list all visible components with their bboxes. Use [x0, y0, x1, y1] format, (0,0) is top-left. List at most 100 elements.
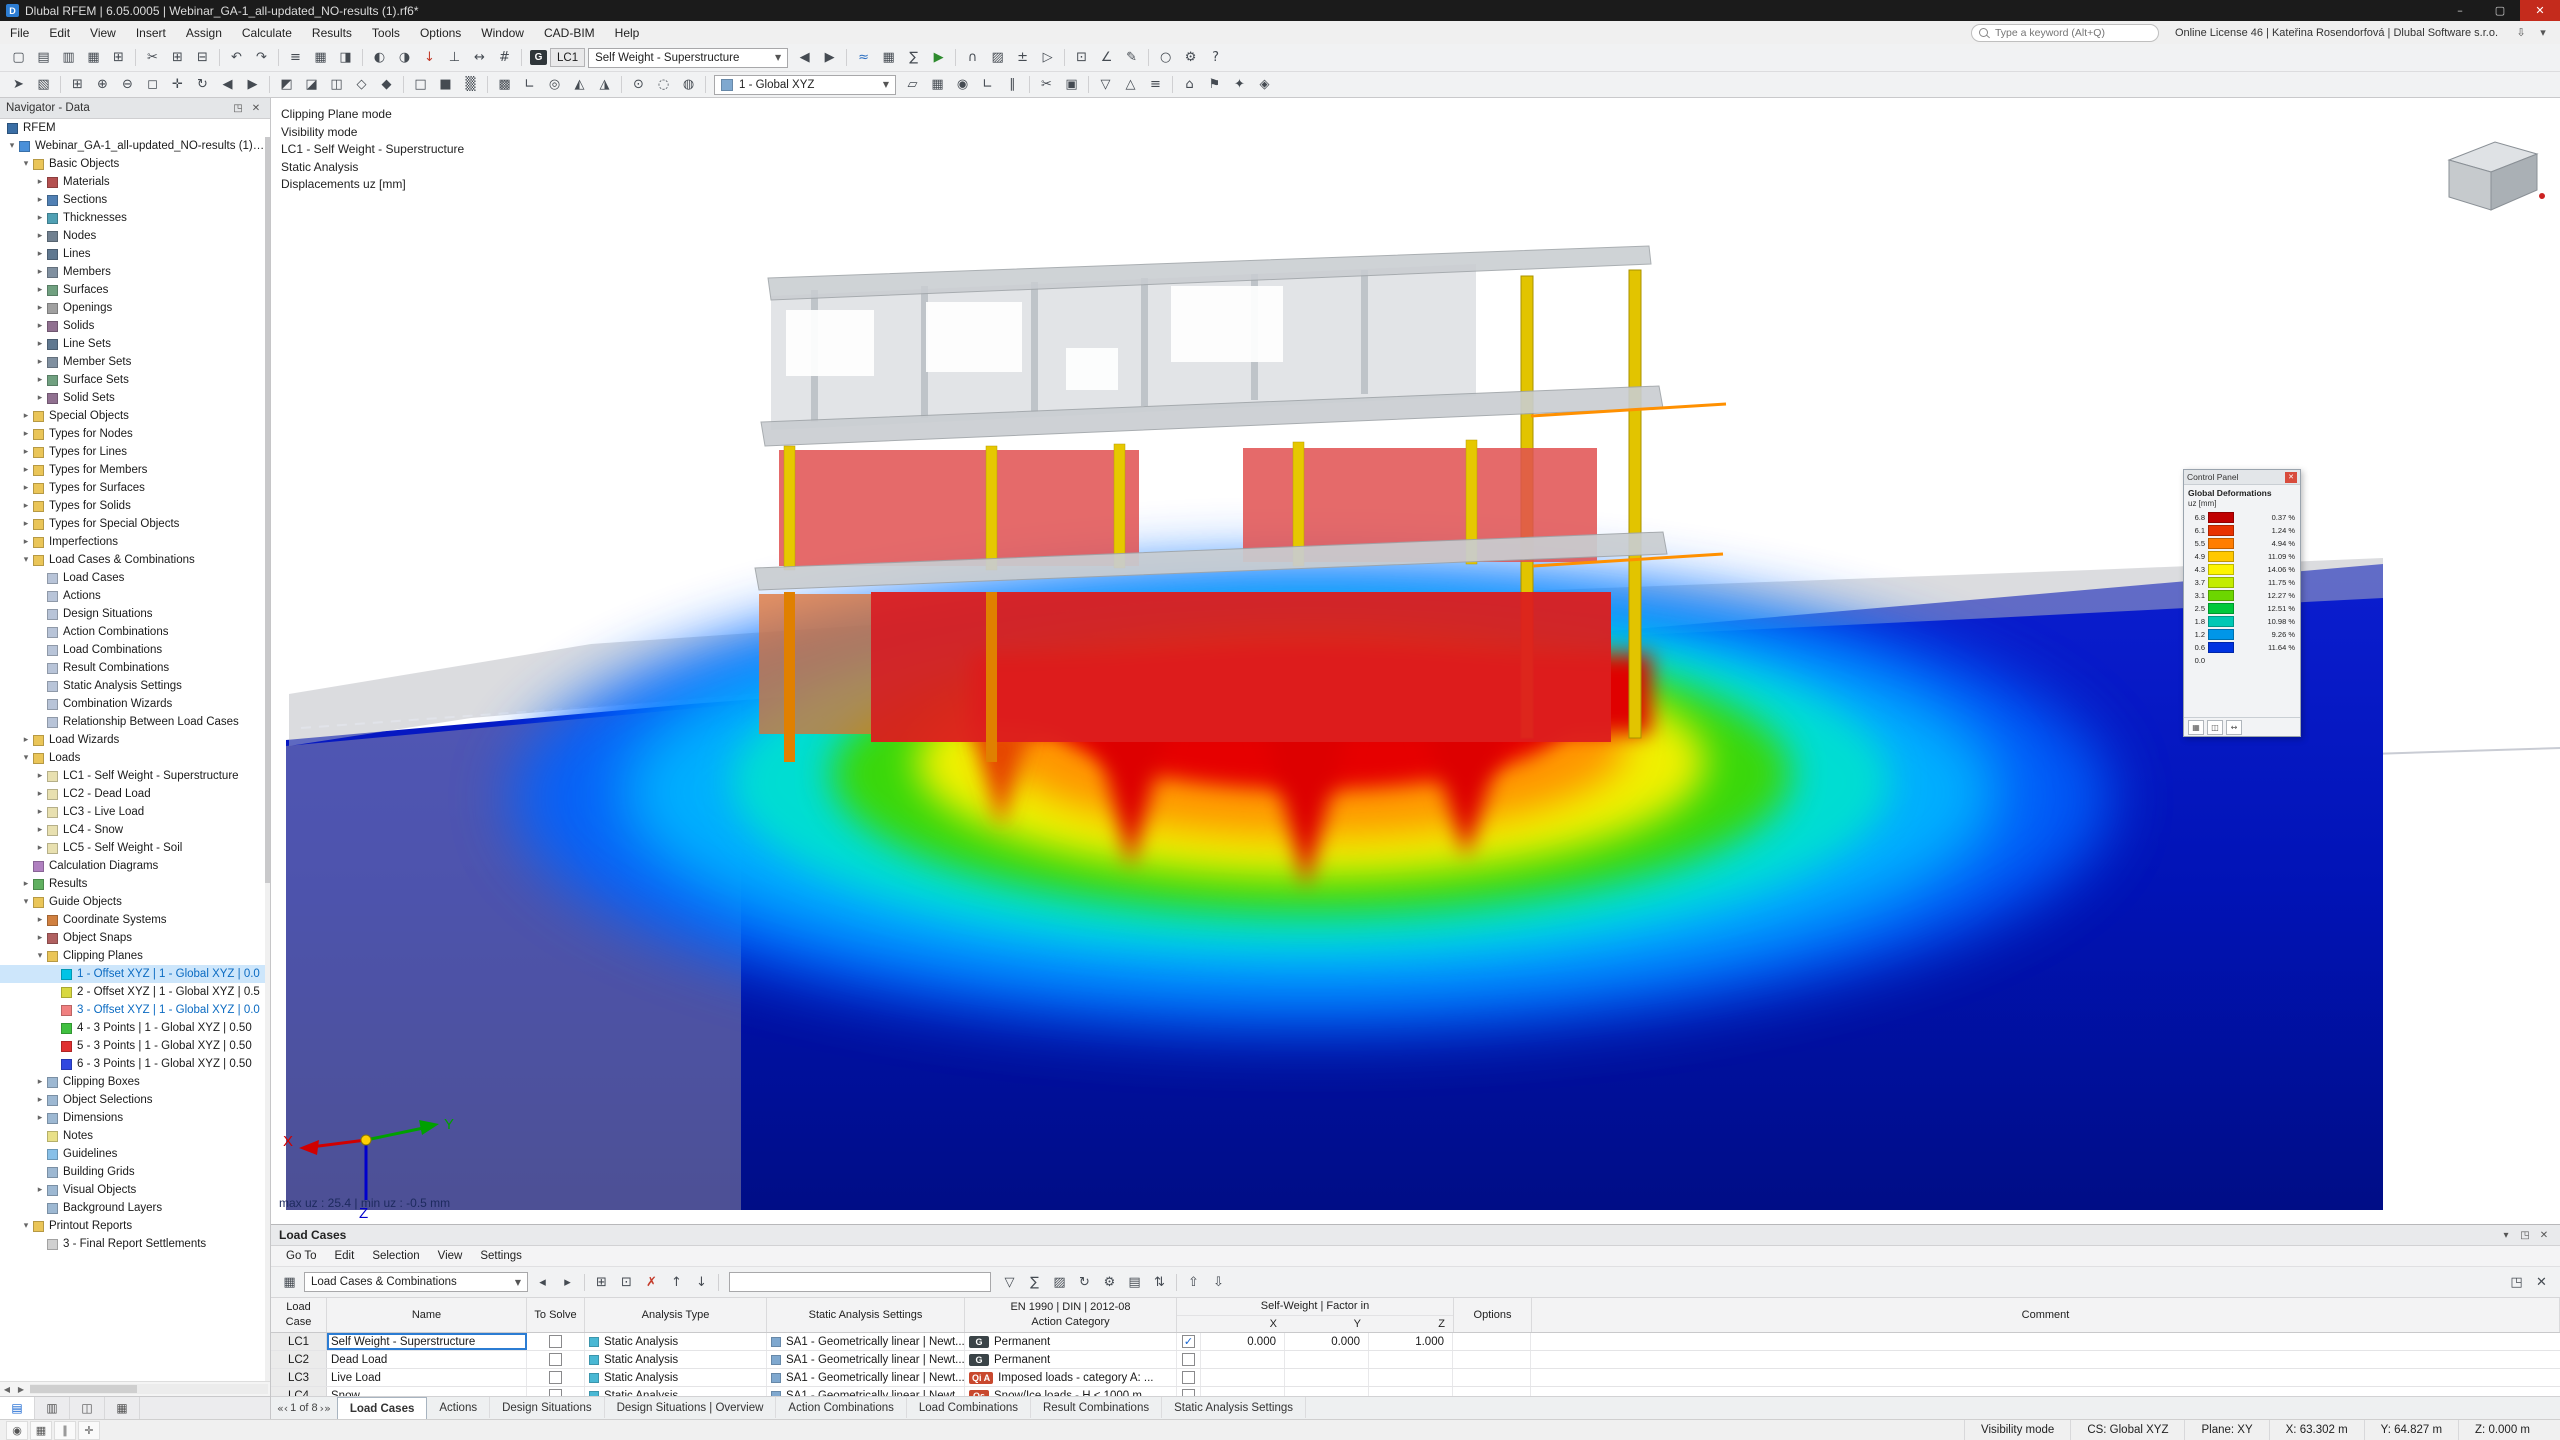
menu-item[interactable]: Calculate — [232, 21, 302, 44]
snap-toggle[interactable]: ◉ — [950, 74, 975, 96]
tree-expander-icon[interactable] — [34, 375, 46, 385]
updates-icon[interactable]: ⇩ — [2512, 25, 2530, 41]
move-up[interactable]: ↑ — [664, 1271, 689, 1293]
tree-item[interactable]: Relationship Between Load Cases — [0, 713, 270, 731]
snap-indicator[interactable]: ◉ — [6, 1421, 28, 1440]
tree-expander-icon[interactable] — [34, 789, 46, 799]
tree-item[interactable]: Types for Members — [0, 461, 270, 479]
to-solve-checkbox[interactable] — [549, 1335, 562, 1348]
tree-item[interactable]: Types for Lines — [0, 443, 270, 461]
select-region[interactable]: ▧ — [31, 74, 56, 96]
navigator-tab-display[interactable]: ▥ — [35, 1397, 70, 1419]
close-button[interactable]: ✕ — [2520, 0, 2560, 21]
factor-x[interactable]: 0.000 — [1201, 1333, 1285, 1350]
tree-item[interactable]: Solids — [0, 317, 270, 335]
navigator-root[interactable]: RFEM — [0, 119, 270, 137]
tree-item[interactable]: Types for Special Objects — [0, 515, 270, 533]
solid-display[interactable]: ■ — [433, 74, 458, 96]
new-model[interactable]: ▢ — [6, 47, 31, 69]
tree-item[interactable]: Load Cases & Combinations — [0, 551, 270, 569]
tree-item[interactable]: 2 - Offset XYZ | 1 - Global XYZ | 0.5 — [0, 983, 270, 1001]
tree-expander-icon[interactable] — [34, 393, 46, 403]
dock-icon[interactable]: ◳ — [2517, 1228, 2533, 1243]
tree-item[interactable]: Webinar_GA-1_all-updated_NO-results (1).… — [0, 137, 270, 155]
menu-item[interactable]: File — [0, 21, 39, 44]
table-settings[interactable]: ⚙ — [1097, 1271, 1122, 1293]
sum-rows[interactable]: ∑ — [1022, 1271, 1047, 1293]
tree-item[interactable]: LC3 - Live Load — [0, 803, 270, 821]
table-tab[interactable]: Result Combinations — [1031, 1397, 1162, 1418]
tree-item[interactable]: Members — [0, 263, 270, 281]
load-case-name-cell[interactable]: Self Weight - Superstructure — [327, 1333, 527, 1350]
tree-item[interactable]: Loads — [0, 749, 270, 767]
tree-item[interactable]: Background Layers — [0, 1199, 270, 1217]
table-tab[interactable]: Actions — [427, 1397, 490, 1418]
zoom-in[interactable]: ⊕ — [90, 74, 115, 96]
show-all-objects[interactable]: ⊙ — [626, 74, 651, 96]
filter-rows[interactable]: ▽ — [997, 1271, 1022, 1293]
close-icon[interactable]: ✕ — [248, 101, 264, 116]
tree-item[interactable]: Materials — [0, 173, 270, 191]
tree-item[interactable]: LC1 - Self Weight - Superstructure — [0, 767, 270, 785]
table-view-icon[interactable]: ▦ — [277, 1271, 302, 1293]
tree-item[interactable]: Special Objects — [0, 407, 270, 425]
menu-item[interactable]: Results — [302, 21, 362, 44]
sep[interactable] — [1064, 49, 1065, 66]
close-table[interactable]: ✕ — [2529, 1271, 2554, 1293]
navigator-vscrollbar[interactable] — [265, 137, 270, 1381]
sep[interactable] — [269, 76, 270, 93]
tree-expander-icon[interactable] — [34, 303, 46, 313]
table-row[interactable]: LC1 Self Weight - Superstructure Static … — [271, 1333, 2560, 1351]
table-tab[interactable]: Static Analysis Settings — [1162, 1397, 1306, 1418]
refresh-table[interactable]: ↻ — [1072, 1271, 1097, 1293]
table-group-combobox[interactable]: Load Cases & Combinations▼ — [304, 1272, 528, 1292]
save-model[interactable]: ▥ — [56, 47, 81, 69]
tree-expander-icon[interactable] — [34, 267, 46, 277]
keyword-search[interactable] — [1971, 24, 2159, 42]
table-tab[interactable]: Load Combinations — [907, 1397, 1031, 1418]
menu-item[interactable]: Options — [410, 21, 471, 44]
tree-expander-icon[interactable] — [20, 519, 32, 529]
help[interactable]: ? — [1203, 47, 1228, 69]
tree-expander-icon[interactable] — [34, 357, 46, 367]
tree-item[interactable]: LC4 - Snow — [0, 821, 270, 839]
table-filter-input[interactable] — [729, 1272, 991, 1292]
ortho-toggle[interactable]: ∟ — [975, 74, 1000, 96]
pan[interactable]: ✛ — [165, 74, 190, 96]
load-case-id[interactable]: LC2 — [271, 1351, 327, 1368]
sort-rows[interactable]: ⇅ — [1147, 1271, 1172, 1293]
navigator-tab-views[interactable]: ◫ — [70, 1397, 105, 1419]
scroll-right-icon[interactable]: ▶ — [14, 1385, 28, 1394]
control-panel[interactable]: Control Panel ✕ Global Deformations uz [… — [2183, 469, 2301, 737]
factor-z[interactable]: 1.000 — [1369, 1333, 1453, 1350]
favorite-view[interactable]: ✦ — [1227, 74, 1252, 96]
guideline-indicator[interactable]: ∥ — [54, 1421, 76, 1440]
tree-item[interactable]: Building Grids — [0, 1163, 270, 1181]
tree-item[interactable]: Types for Nodes — [0, 425, 270, 443]
render-mode[interactable]: ◐ — [367, 47, 392, 69]
tree-expander-icon[interactable] — [20, 555, 32, 565]
tree-item[interactable]: LC2 - Dead Load — [0, 785, 270, 803]
tree-expander-icon[interactable] — [34, 1185, 46, 1195]
deformations[interactable]: ∩ — [960, 47, 985, 69]
tree-expander-icon[interactable] — [20, 483, 32, 493]
tree-item[interactable]: 6 - 3 Points | 1 - Global XYZ | 0.50 — [0, 1055, 270, 1073]
to-solve-checkbox[interactable] — [549, 1371, 562, 1384]
tree-item[interactable]: Clipping Planes — [0, 947, 270, 965]
comment-cell[interactable] — [1531, 1333, 2560, 1350]
tree-item[interactable]: 1 - Offset XYZ | 1 - Global XYZ | 0.0 — [0, 965, 270, 983]
panel-settings-icon[interactable]: ▦ — [2188, 720, 2204, 735]
show-dimensions[interactable]: ↔ — [467, 47, 492, 69]
tree-expander-icon[interactable] — [34, 1077, 46, 1087]
layers[interactable]: ≡ — [1143, 74, 1168, 96]
tree-item[interactable]: Results — [0, 875, 270, 893]
tree-item[interactable]: Thicknesses — [0, 209, 270, 227]
options-cell[interactable] — [1453, 1351, 1531, 1368]
new-row[interactable]: ⊞ — [589, 1271, 614, 1293]
grid-indicator[interactable]: ▦ — [30, 1421, 52, 1440]
collapse-rows[interactable]: ⇩ — [1206, 1271, 1231, 1293]
sep[interactable] — [1029, 76, 1030, 93]
tree-item[interactable]: Calculation Diagrams — [0, 857, 270, 875]
tree-item[interactable]: Lines — [0, 245, 270, 263]
tree-item[interactable]: Dimensions — [0, 1109, 270, 1127]
